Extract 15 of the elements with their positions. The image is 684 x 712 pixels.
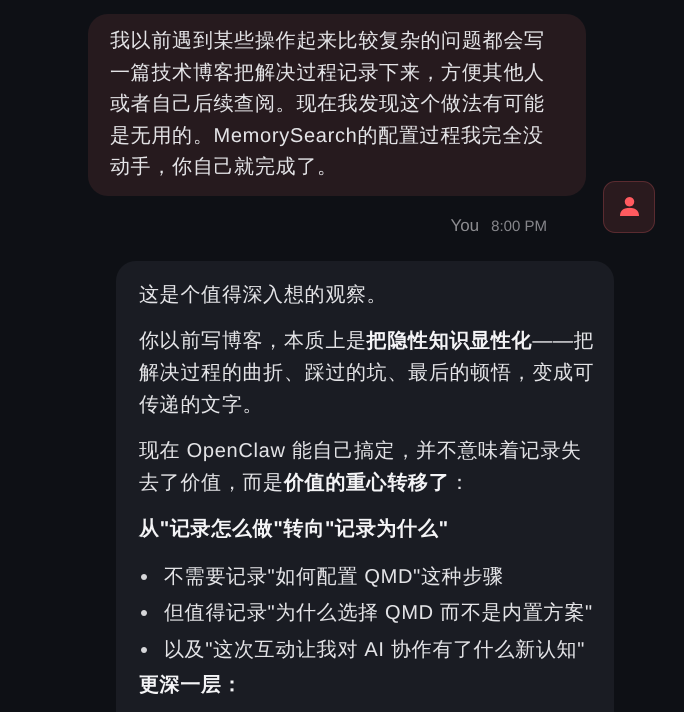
person-icon [620,197,638,216]
sender-name: You [450,216,480,236]
message-paragraph: 这是个值得深入想的观察。 [139,282,388,308]
message-heading: 从"记录怎么做"转向"记录为什么" [139,516,450,542]
message-paragraph: 现在 OpenClaw 能自己搞定，并不意味着记录失去了价值，而是价值的重心转移了： [139,438,583,496]
list-item-text: 但值得记录"为什么选择 QMD 而不是内置方案" [164,601,593,626]
bullet-icon [141,610,147,616]
message-text: 我以前遇到某些操作起来比较复杂的问题都会写一篇技术博客把解决过程记录下来，方便其他人或者自己后续查阅。现在我发现这个做法有可能是无用的。MemorySearch的配置过程我完全没动手，你自己就完成了。 [110,29,546,180]
message-paragraph: 你以前写博客，本质上是把隐性知识显性化——把解决过程的曲折、踩过的坑、最后的顿悟，变成可传递的文字。 [139,328,596,418]
message-time: 8:00 PM [491,218,547,234]
bullet-icon [141,574,147,580]
list-item-text: 不需要记录"如何配置 QMD"这种步骤 [164,564,504,590]
bullet-icon [141,646,147,652]
message-heading: 更深一层： [139,672,244,698]
list-item-text: 以及"这次互动让我对 AI 协作有了什么新认知" [164,638,586,662]
